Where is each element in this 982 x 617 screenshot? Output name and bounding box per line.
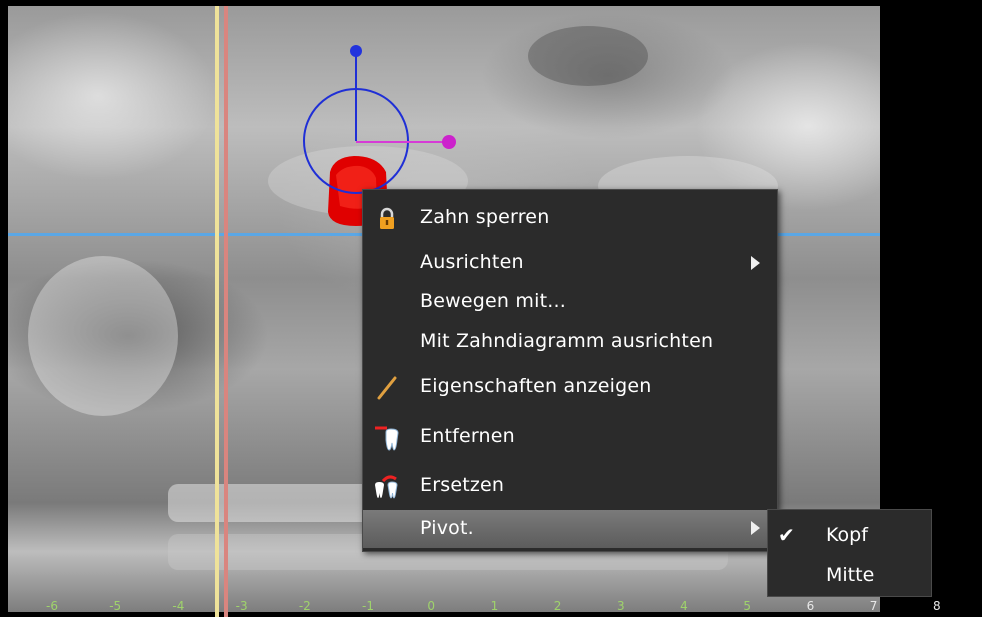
menu-item-bewegen-mit[interactable]: Bewegen mit... xyxy=(363,284,777,322)
submenu-item-kopf[interactable]: ✔ Kopf xyxy=(768,516,931,554)
ruler-tick: -6 xyxy=(46,599,58,613)
ruler-tick: 5 xyxy=(743,599,751,613)
submenu-arrow-icon xyxy=(751,521,760,535)
menu-item-eigenschaften-anzeigen[interactable]: Eigenschaften anzeigen xyxy=(363,369,777,407)
ruler-tick: -3 xyxy=(235,599,248,613)
menu-item-pivot[interactable]: Pivot. xyxy=(363,510,777,548)
horizontal-axis-knob xyxy=(442,135,456,149)
ruler-tick: 4 xyxy=(680,599,688,613)
ruler-tick: -4 xyxy=(172,599,185,613)
ruler-tick: -5 xyxy=(109,599,122,613)
menu-item-entfernen[interactable]: Entfernen xyxy=(363,419,777,457)
ruler-tick: 0 xyxy=(427,599,435,613)
vertical-axis-knob xyxy=(350,45,362,57)
context-menu: Zahn sperren Ausrichten Bewegen mit... M… xyxy=(362,189,778,552)
tooth-remove-icon xyxy=(373,424,401,452)
ruler-tick: 8 xyxy=(932,599,941,613)
ruler-tick: 1 xyxy=(490,599,499,613)
ruler-tick: 2 xyxy=(553,599,562,613)
checkmark-icon: ✔ xyxy=(778,523,795,547)
submenu-arrow-icon xyxy=(751,256,760,270)
menu-item-zahn-sperren[interactable]: Zahn sperren xyxy=(363,200,777,238)
ruler-tick: -2 xyxy=(298,599,311,613)
ct-viewport[interactable]: -6 -5 -4 -3 -2 -1 0 1 2 3 4 5 6 7 8 Zahn sperren Ausri… xyxy=(0,0,982,617)
menu-item-ausrichten[interactable]: Ausrichten xyxy=(363,245,777,283)
menu-item-mit-zahndiagramm-ausrichten[interactable]: Mit Zahndiagramm ausrichten xyxy=(363,324,777,362)
menu-item-ersetzen[interactable]: Ersetzen xyxy=(363,468,777,506)
ruler-tick: 7 xyxy=(869,599,878,613)
ruler-tick: -1 xyxy=(362,599,374,613)
lock-icon xyxy=(373,205,401,233)
pencil-icon xyxy=(373,374,401,402)
submenu-item-mitte[interactable]: Mitte xyxy=(768,556,931,594)
position-ruler: -6 -5 -4 -3 -2 -1 0 1 2 3 4 5 6 7 8 xyxy=(0,598,982,617)
ruler-tick: 3 xyxy=(616,599,625,613)
pivot-submenu: ✔ Kopf Mitte xyxy=(767,509,932,597)
ruler-tick: 6 xyxy=(806,599,815,613)
tooth-replace-icon xyxy=(373,473,401,501)
